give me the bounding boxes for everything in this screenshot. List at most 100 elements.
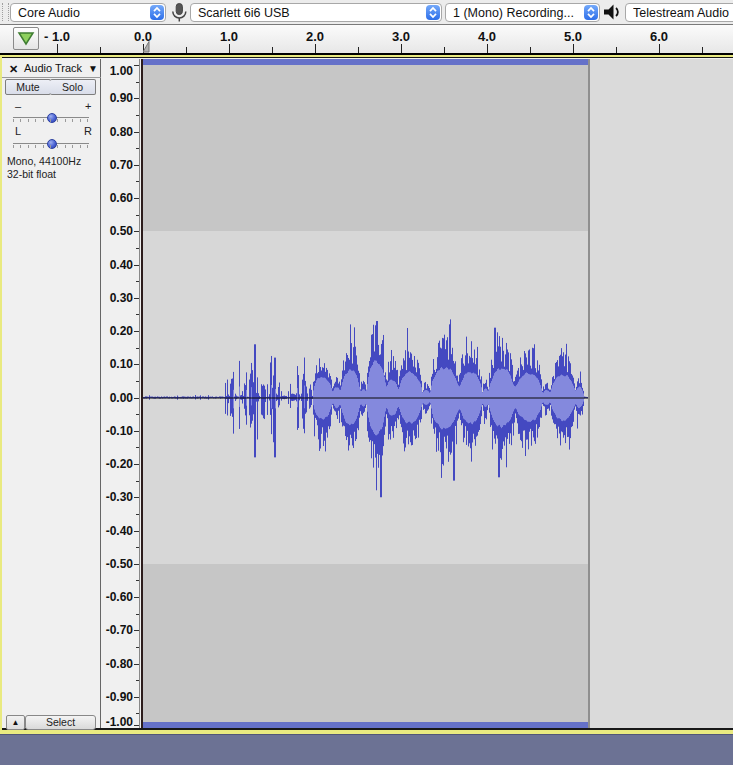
vruler-label: -0.20 (106, 457, 133, 471)
vruler-tick (134, 364, 139, 365)
vruler-tick (134, 597, 139, 598)
slider-tick (87, 119, 88, 122)
timeline-label: 0.0 (134, 29, 152, 44)
timeline-tick (444, 47, 445, 53)
microphone-icon (169, 2, 189, 23)
vruler-tick (134, 697, 139, 698)
vruler-tick (134, 298, 139, 299)
vruler-tick (136, 414, 139, 415)
vruler-label: 0.80 (110, 125, 133, 139)
vruler-label: -0.10 (106, 424, 133, 438)
slider-tick (65, 145, 66, 148)
timeline-ruler[interactable]: - 1.00.01.02.03.04.05.06.0 (0, 25, 733, 55)
timeline-tick (616, 47, 617, 53)
slider-tick (35, 119, 36, 122)
stepper-icon[interactable] (150, 5, 164, 20)
timeline-label: 6.0 (650, 29, 668, 44)
recording-device-select[interactable]: Scarlett 6i6 USB (190, 3, 442, 22)
vruler-tick (136, 215, 139, 216)
vruler-label: 1.00 (110, 64, 133, 78)
vruler-tick (134, 165, 139, 166)
slider-tick (20, 119, 21, 122)
track-waveform-area[interactable] (141, 59, 733, 728)
vruler-label: 0.30 (110, 291, 133, 305)
vruler-tick (134, 725, 139, 726)
track-title-bar: ✕ Audio Track ▼ (2, 59, 101, 78)
slider-tick (13, 145, 14, 148)
vruler-tick (136, 680, 139, 681)
vruler-label: 0.90 (110, 91, 133, 105)
vertical-ruler[interactable]: 1.000.900.800.700.600.500.400.300.200.10… (101, 59, 140, 728)
slider-tick (80, 145, 81, 148)
vruler-tick (136, 447, 139, 448)
track-title[interactable]: Audio Track (24, 62, 82, 74)
vruler-label: 0.00 (110, 391, 133, 405)
timeline-tick (487, 44, 488, 53)
playback-device-select[interactable]: Telestream Audio (625, 3, 733, 22)
vruler-tick (136, 381, 139, 382)
solo-button[interactable]: Solo (50, 79, 96, 95)
vruler-label: -0.50 (106, 557, 133, 571)
timeline-label: 3.0 (392, 29, 410, 44)
track-menu-caret-icon[interactable]: ▼ (88, 64, 98, 74)
stepper-icon[interactable] (584, 5, 598, 20)
audio-track: ✕ Audio Track ▼ Mute Solo – + L R (0, 55, 733, 734)
timeline-label: - 1.0 (44, 29, 70, 44)
slider-tick (35, 145, 36, 148)
vruler-tick (134, 65, 139, 66)
waveform[interactable] (143, 65, 588, 722)
mute-button[interactable]: Mute (5, 79, 51, 95)
timeline-tick (530, 47, 531, 53)
vruler-label: 0.20 (110, 324, 133, 338)
vruler-tick (136, 248, 139, 249)
slider-tick (13, 119, 14, 122)
vruler-tick (134, 98, 139, 99)
slider-tick (20, 145, 21, 148)
vruler-tick (136, 348, 139, 349)
gain-slider-thumb[interactable] (47, 113, 57, 123)
vruler-tick (134, 464, 139, 465)
vruler-label: 0.70 (110, 158, 133, 172)
toolbar-grip[interactable] (2, 3, 9, 21)
vruler-tick (134, 398, 139, 399)
vruler-tick (136, 514, 139, 515)
timeline-tick (186, 47, 187, 53)
close-track-button[interactable]: ✕ (6, 62, 21, 76)
slider-tick (43, 145, 44, 148)
vruler-tick (134, 497, 139, 498)
timeline-tick (573, 44, 574, 53)
vruler-tick (134, 630, 139, 631)
vruler-tick (136, 281, 139, 282)
timeline-tick (272, 47, 273, 53)
slider-tick (87, 145, 88, 148)
timeline-pin-button[interactable] (13, 27, 39, 50)
pan-slider-thumb[interactable] (47, 139, 57, 149)
recording-channels-select[interactable]: 1 (Mono) Recording... (445, 3, 600, 22)
timeline-tick (358, 47, 359, 53)
stepper-icon[interactable] (426, 5, 440, 20)
timeline-label: 2.0 (306, 29, 324, 44)
clip-bottom-strip (143, 722, 588, 728)
speaker-icon (602, 3, 623, 22)
timeline-label: 5.0 (564, 29, 582, 44)
vruler-label: -0.60 (106, 590, 133, 604)
track-control-panel: ✕ Audio Track ▼ Mute Solo – + L R (2, 59, 101, 728)
vruler-tick (136, 481, 139, 482)
vruler-tick (134, 132, 139, 133)
vruler-tick (136, 115, 139, 116)
slider-tick (43, 119, 44, 122)
pan-slider[interactable] (13, 137, 89, 151)
audio-host-select[interactable]: Core Audio (10, 3, 166, 22)
vruler-tick (136, 181, 139, 182)
vruler-tick (134, 431, 139, 432)
pan-left-label: L (15, 125, 21, 137)
horizontal-scrollbar[interactable] (0, 734, 733, 765)
select-track-button[interactable]: Select (25, 715, 96, 730)
timeline-tick (57, 44, 58, 53)
collapse-track-button[interactable]: ▲ (6, 715, 25, 730)
vruler-label: -0.90 (106, 690, 133, 704)
timeline-tick (659, 44, 660, 53)
device-toolbar: Core Audio Scarlett 6i6 USB 1 (Mono) Rec… (0, 0, 733, 25)
gain-slider[interactable] (13, 111, 89, 125)
timeline-tick (315, 44, 316, 53)
